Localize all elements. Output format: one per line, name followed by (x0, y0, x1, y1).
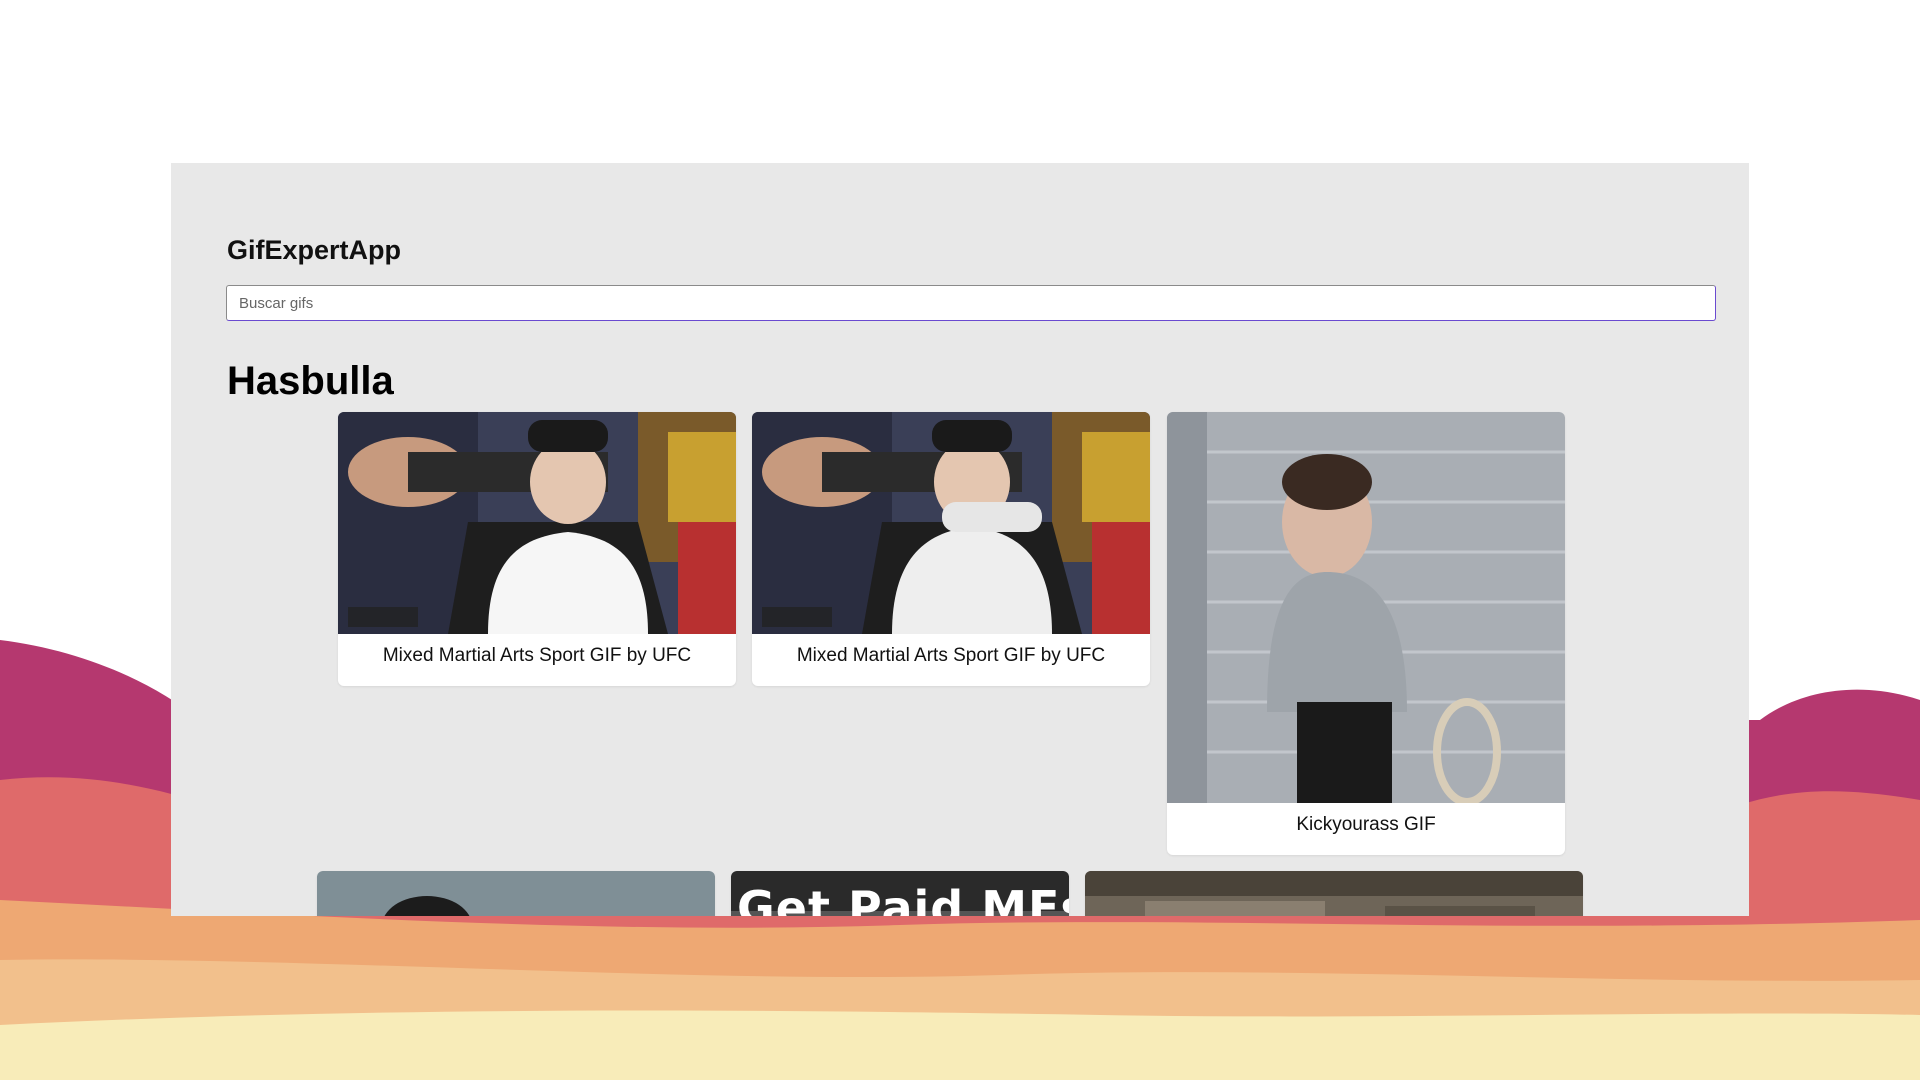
gif-image (1167, 412, 1565, 803)
gif-card[interactable] (317, 871, 715, 916)
app-title: GifExpertApp (227, 235, 402, 265)
gif-title: Mixed Martial Arts Sport GIF by UFC (382, 645, 692, 666)
search-input[interactable] (226, 285, 1716, 321)
gif-card[interactable]: Mixed Martial Arts Sport GIF by UFC (338, 412, 736, 686)
gif-image (338, 412, 736, 634)
gif-image (752, 412, 1150, 634)
gif-card[interactable]: Get Paid MFs (731, 871, 1069, 916)
gif-card[interactable] (1085, 871, 1583, 916)
gif-title: Kickyourass GIF (1296, 814, 1436, 835)
gif-image (317, 871, 715, 916)
category-title: Hasbulla (227, 359, 394, 403)
gif-overlay-text: Get Paid MFs (737, 881, 1069, 916)
gif-title: Mixed Martial Arts Sport GIF by UFC (796, 645, 1106, 666)
gif-image (1085, 871, 1583, 916)
app-window: GifExpertApp Hasbulla Mixed Martial Arts… (171, 163, 1749, 916)
gif-card[interactable]: Mixed Martial Arts Sport GIF by UFC (752, 412, 1150, 686)
gif-card[interactable]: Kickyourass GIF (1167, 412, 1565, 855)
wave-cream (0, 1010, 1920, 1080)
